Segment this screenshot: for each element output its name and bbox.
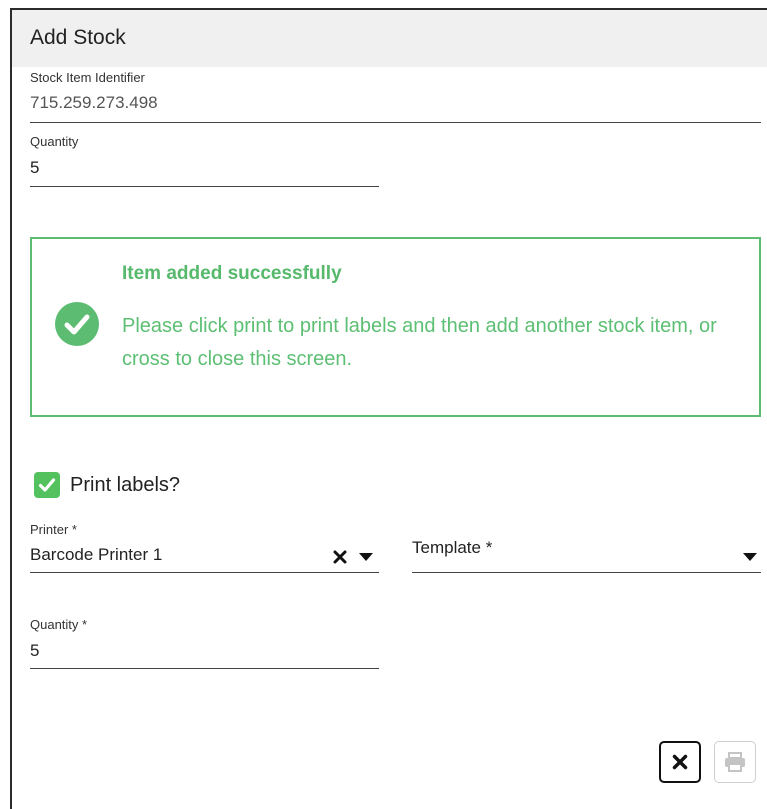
close-icon bbox=[672, 754, 688, 770]
close-icon[interactable] bbox=[333, 550, 347, 564]
stock-item-identifier-field[interactable]: Stock Item Identifier 715.259.273.498 bbox=[30, 68, 761, 123]
printer-label: Printer * bbox=[30, 522, 77, 537]
printer-icon bbox=[725, 752, 745, 772]
add-stock-dialog: Add Stock Stock Item Identifier 715.259.… bbox=[10, 8, 767, 809]
print-labels-checkbox-row[interactable]: Print labels? bbox=[34, 471, 180, 499]
checkmark-icon bbox=[38, 478, 56, 492]
print-quantity-value: 5 bbox=[30, 641, 40, 660]
stock-item-identifier-label: Stock Item Identifier bbox=[30, 70, 145, 85]
alert-message: Please click print to print labels and t… bbox=[122, 315, 717, 370]
caret-down-icon[interactable] bbox=[743, 553, 757, 561]
stock-item-identifier-value: 715.259.273.498 bbox=[30, 93, 158, 112]
dialog-title: Add Stock bbox=[30, 26, 126, 49]
success-alert: Item added successfully Please click pri… bbox=[30, 237, 761, 417]
close-button[interactable] bbox=[659, 741, 701, 783]
dialog-header: Add Stock bbox=[12, 10, 767, 67]
printer-value: Barcode Printer 1 bbox=[30, 545, 163, 564]
check-circle-icon bbox=[55, 302, 99, 346]
quantity-field[interactable]: Quantity 5 bbox=[30, 132, 379, 187]
alert-title: Item added successfully bbox=[122, 263, 342, 284]
template-label: Template * bbox=[412, 538, 493, 557]
template-select[interactable]: Template * bbox=[412, 530, 761, 573]
print-quantity-label: Quantity * bbox=[30, 617, 88, 632]
quantity-label: Quantity bbox=[30, 134, 79, 149]
print-labels-label: Print labels? bbox=[70, 473, 181, 496]
caret-down-icon[interactable] bbox=[359, 553, 373, 561]
print-button[interactable] bbox=[714, 741, 756, 783]
print-labels-checkbox[interactable] bbox=[34, 472, 60, 498]
quantity-value: 5 bbox=[30, 158, 40, 177]
print-quantity-field[interactable]: Quantity * 5 bbox=[30, 615, 379, 669]
printer-select[interactable]: Printer * Barcode Printer 1 bbox=[30, 520, 379, 573]
